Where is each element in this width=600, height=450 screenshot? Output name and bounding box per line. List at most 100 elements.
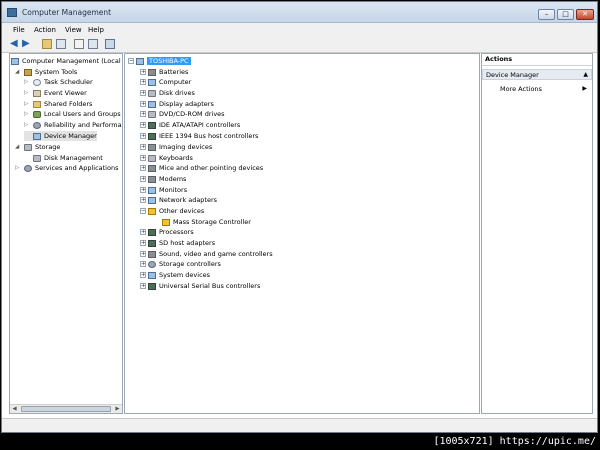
computer-icon [148,78,156,86]
tools-icon [24,68,32,76]
speaker-icon [148,250,156,258]
show-hide-tree-icon[interactable] [56,39,66,49]
collapse-up-icon[interactable]: ▲ [583,70,588,80]
expand-toggle-icon[interactable]: + [140,272,146,278]
tree-item-task-scheduler[interactable]: ▷ Task Scheduler [24,77,93,87]
device-manager-icon [33,132,41,140]
expand-toggle-icon[interactable]: + [140,165,146,171]
device-category-modems[interactable]: + Modems [140,174,186,184]
collapse-arrow-icon[interactable]: ◢ [15,142,22,152]
device-category-mice[interactable]: + Mice and other pointing devices [140,163,263,173]
expand-arrow-icon[interactable]: ▷ [15,163,22,173]
device-category-usb-controllers[interactable]: + Universal Serial Bus controllers [140,281,260,291]
more-actions-item[interactable]: More Actions ▶ [500,84,592,94]
device-category-keyboards[interactable]: + Keyboards [140,153,193,163]
minimize-button[interactable]: – [538,9,555,20]
tree-item-services-applications[interactable]: ▷ Services and Applications [15,163,118,173]
forward-arrow-icon[interactable]: ▶ [22,39,32,49]
menu-file[interactable]: File [13,26,25,34]
left-horizontal-scrollbar[interactable]: ◀ ▶ [10,404,122,413]
tree-item-storage[interactable]: ◢ Storage [15,142,60,152]
menu-view[interactable]: View [65,26,82,34]
display-adapter-icon [148,100,156,108]
scroll-right-arrow-icon[interactable]: ▶ [113,405,122,413]
up-folder-icon[interactable] [42,39,52,49]
tree-label: SD host adapters [159,239,216,247]
expand-arrow-icon[interactable]: ▷ [24,99,31,109]
device-category-dvd-drives[interactable]: + DVD/CD-ROM drives [140,109,225,119]
expand-arrow-icon[interactable]: ▷ [24,120,31,130]
mouse-icon [148,164,156,172]
expand-toggle-icon[interactable]: + [140,240,146,246]
expand-toggle-icon[interactable]: + [140,144,146,150]
battery-icon [148,68,156,76]
expand-toggle-icon[interactable]: + [140,187,146,193]
export-icon[interactable] [105,39,115,49]
expand-toggle-icon[interactable]: + [140,111,146,117]
scroll-left-arrow-icon[interactable]: ◀ [10,405,19,413]
close-button[interactable]: ✕ [576,9,594,20]
properties-icon[interactable] [88,39,98,49]
tree-item-reliability[interactable]: ▷ Reliability and Performa [24,120,122,130]
sd-card-icon [148,239,156,247]
device-category-monitors[interactable]: + Monitors [140,185,187,195]
collapse-toggle-icon[interactable]: − [128,58,134,64]
expand-toggle-icon[interactable]: + [140,122,146,128]
device-category-storage-controllers[interactable]: + Storage controllers [140,259,221,269]
expand-arrow-icon[interactable]: ▷ [24,88,31,98]
tree-item-shared-folders[interactable]: ▷ Shared Folders [24,99,92,109]
storage-icon [24,143,32,151]
expand-toggle-icon[interactable]: + [140,197,146,203]
expand-arrow-icon[interactable]: ▷ [24,109,31,119]
tree-item-disk-management[interactable]: Disk Management [24,153,103,163]
device-category-other-devices[interactable]: − Other devices [140,206,204,216]
tree-item-computer-management[interactable]: Computer Management (Local [11,56,121,66]
collapse-arrow-icon[interactable]: ◢ [15,67,22,77]
actions-section-device-manager[interactable]: Device Manager ▲ [482,69,592,80]
expand-toggle-icon[interactable]: + [140,79,146,85]
expand-toggle-icon[interactable]: + [140,155,146,161]
maximize-button[interactable]: □ [557,9,574,20]
services-icon [24,164,32,172]
expand-toggle-icon[interactable]: + [140,283,146,289]
computer-management-window: Computer Management – □ ✕ File Action Vi… [1,1,598,433]
device-category-processors[interactable]: + Processors [140,227,194,237]
device-category-batteries[interactable]: + Batteries [140,67,188,77]
tree-item-event-viewer[interactable]: ▷ Event Viewer [24,88,87,98]
device-category-imaging[interactable]: + Imaging devices [140,142,212,152]
expand-toggle-icon[interactable]: + [140,90,146,96]
tree-label: Processors [159,228,194,236]
device-category-system-devices[interactable]: + System devices [140,270,210,280]
device-category-disk-drives[interactable]: + Disk drives [140,88,195,98]
title-bar[interactable]: Computer Management – □ ✕ [2,2,597,23]
expand-toggle-icon[interactable]: + [140,176,146,182]
tree-label: Universal Serial Bus controllers [159,282,261,290]
expand-toggle-icon[interactable]: + [140,229,146,235]
device-category-display-adapters[interactable]: + Display adapters [140,99,214,109]
menu-help[interactable]: Help [88,26,104,34]
help-icon[interactable] [74,39,84,49]
device-category-ide-controllers[interactable]: + IDE ATA/ATAPI controllers [140,120,240,130]
device-category-computer[interactable]: + Computer [140,77,191,87]
expand-toggle-icon[interactable]: + [140,261,146,267]
menu-action[interactable]: Action [34,26,56,34]
device-category-sd-host-adapters[interactable]: + SD host adapters [140,238,215,248]
device-root-toshiba-pc[interactable]: − TOSHIBA-PC [128,56,191,66]
tree-item-system-tools[interactable]: ◢ System Tools [15,67,77,77]
computer-management-icon [11,57,19,65]
expand-toggle-icon[interactable]: + [140,133,146,139]
back-arrow-icon[interactable]: ◀ [10,39,20,49]
warning-icon [162,218,170,226]
device-category-sound[interactable]: + Sound, video and game controllers [140,249,273,259]
expand-toggle-icon[interactable]: + [140,101,146,107]
device-category-ieee1394[interactable]: + IEEE 1394 Bus host controllers [140,131,258,141]
expand-arrow-icon[interactable]: ▷ [24,77,31,87]
collapse-toggle-icon[interactable]: − [140,208,146,214]
tree-item-local-users-groups[interactable]: ▷ Local Users and Groups [24,109,121,119]
expand-toggle-icon[interactable]: + [140,251,146,257]
scrollbar-thumb[interactable] [21,406,111,412]
expand-toggle-icon[interactable]: + [140,69,146,75]
device-mass-storage-controller[interactable]: Mass Storage Controller [160,217,251,227]
tree-item-device-manager[interactable]: Device Manager [24,131,97,141]
device-category-network-adapters[interactable]: + Network adapters [140,195,217,205]
